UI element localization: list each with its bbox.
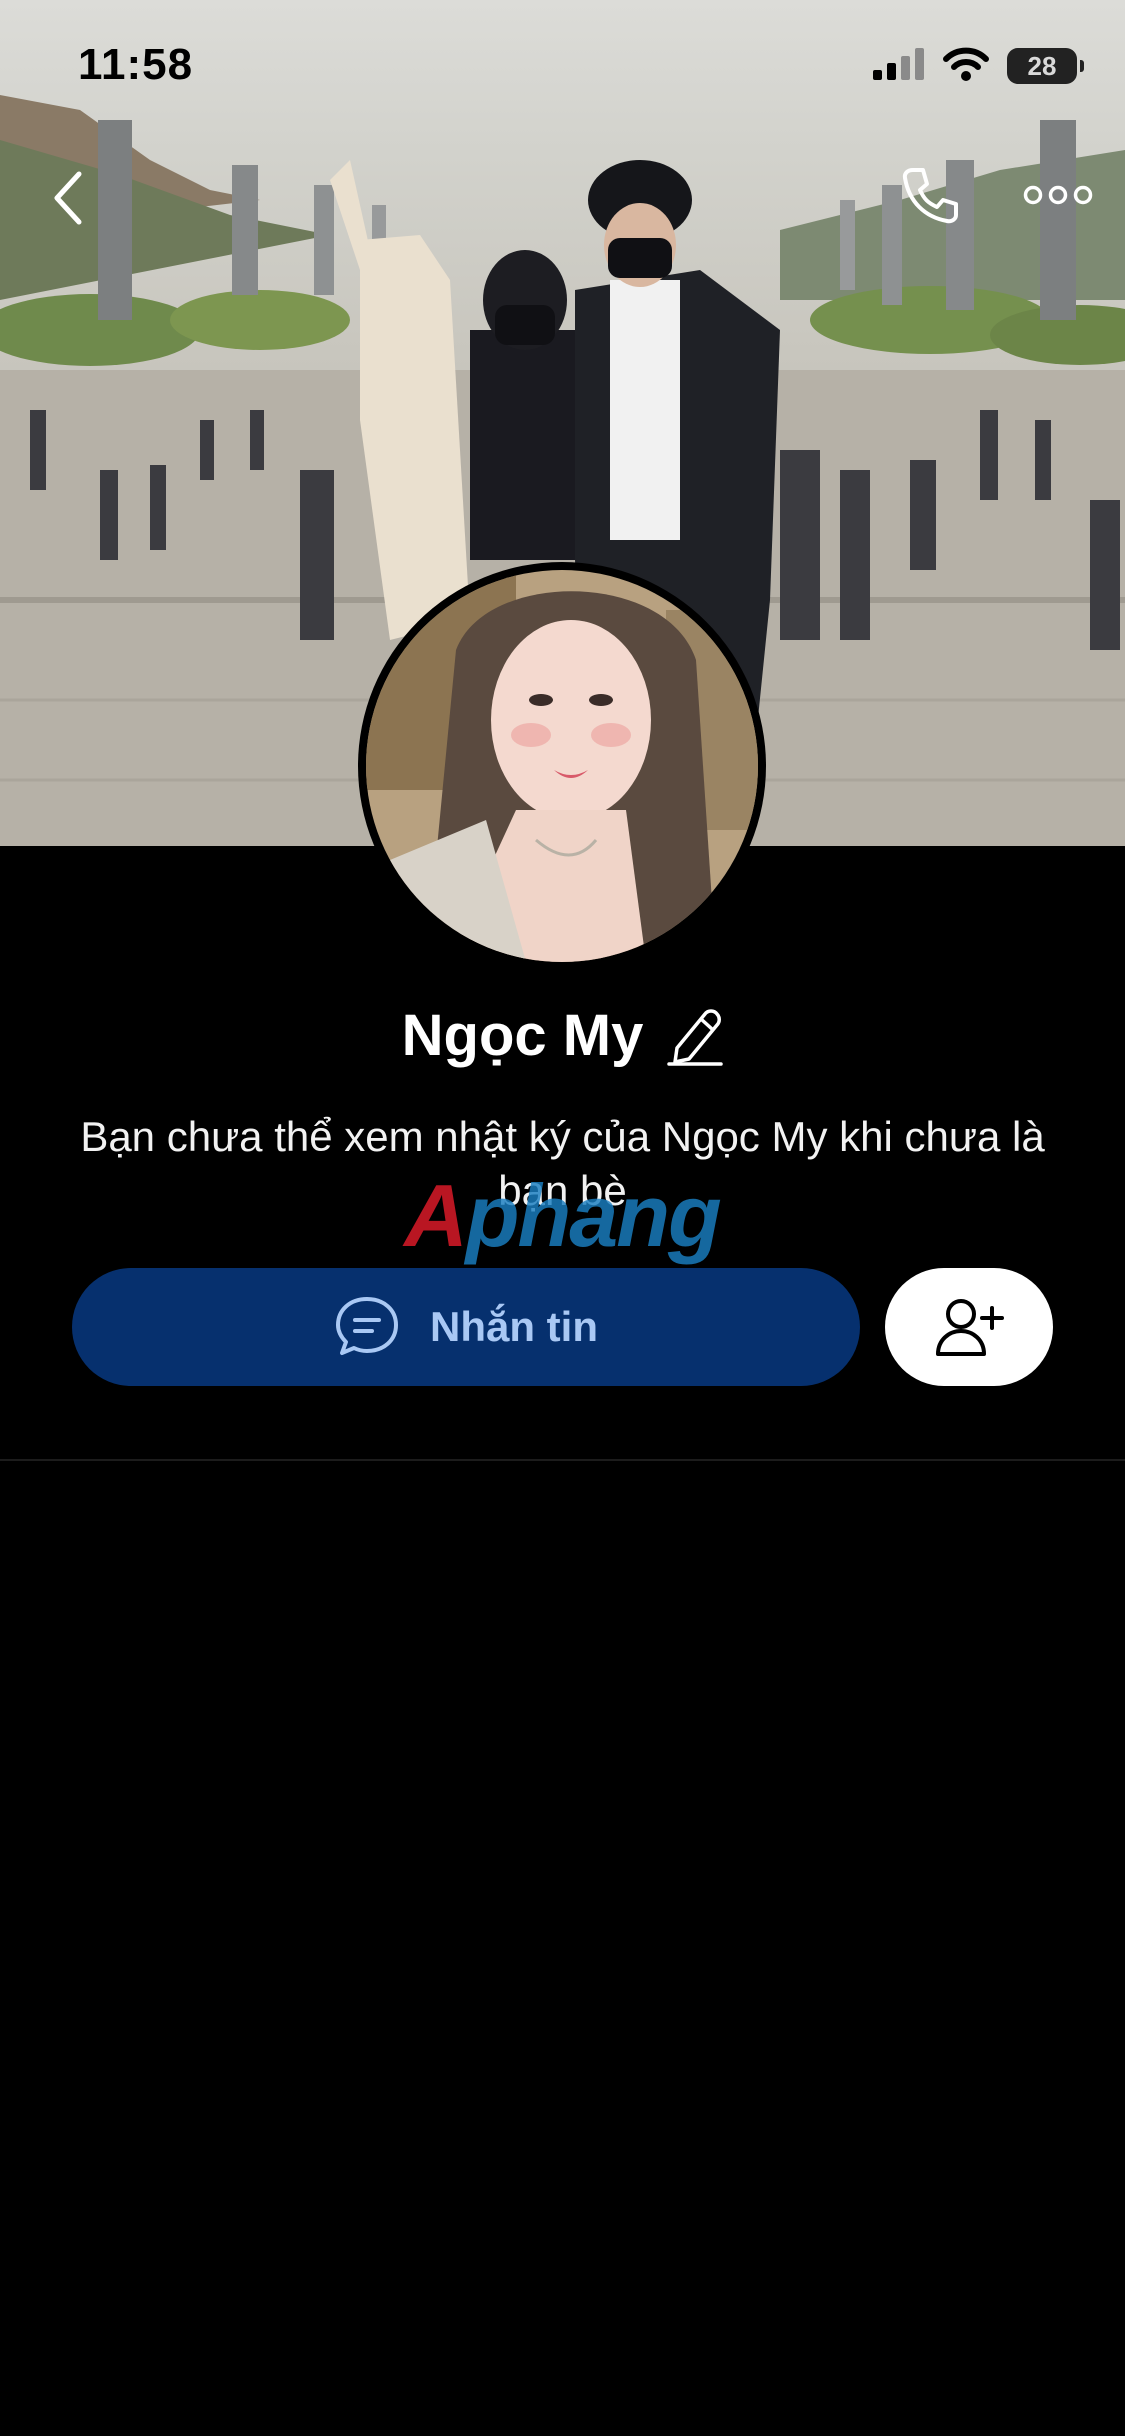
watermark-part2: phang (465, 1166, 722, 1265)
add-friend-icon (936, 1299, 1004, 1356)
battery-icon: 28 (1007, 48, 1084, 84)
chat-bubble-icon (336, 1297, 398, 1355)
add-friend-button[interactable] (885, 1268, 1053, 1386)
profile-name: Ngọc My (401, 1002, 644, 1068)
call-button[interactable] (895, 160, 965, 230)
status-icons: 28 (873, 46, 1084, 86)
message-button[interactable]: Nhắn tin (72, 1268, 860, 1386)
status-bar: 11:58 28 (0, 0, 1125, 140)
avatar[interactable] (358, 562, 766, 970)
wifi-icon (943, 47, 989, 86)
pencil-icon[interactable] (667, 1004, 724, 1066)
avatar-photo (366, 570, 758, 962)
message-label: Nhắn tin (430, 1303, 598, 1350)
back-button[interactable] (38, 165, 98, 231)
watermark: Aphang (392, 1166, 732, 1265)
more-button[interactable] (1018, 170, 1098, 220)
chevron-left-icon (54, 171, 82, 225)
battery-level: 28 (1027, 50, 1057, 81)
watermark-part1: A (404, 1166, 468, 1265)
cellular-signal-icon (873, 47, 925, 85)
phone-icon (902, 168, 958, 224)
status-time: 11:58 (78, 40, 194, 89)
more-horizontal-icon (1023, 185, 1093, 205)
profile-name-row: Ngọc My (0, 995, 1125, 1075)
timeline-area (0, 1461, 1125, 2436)
